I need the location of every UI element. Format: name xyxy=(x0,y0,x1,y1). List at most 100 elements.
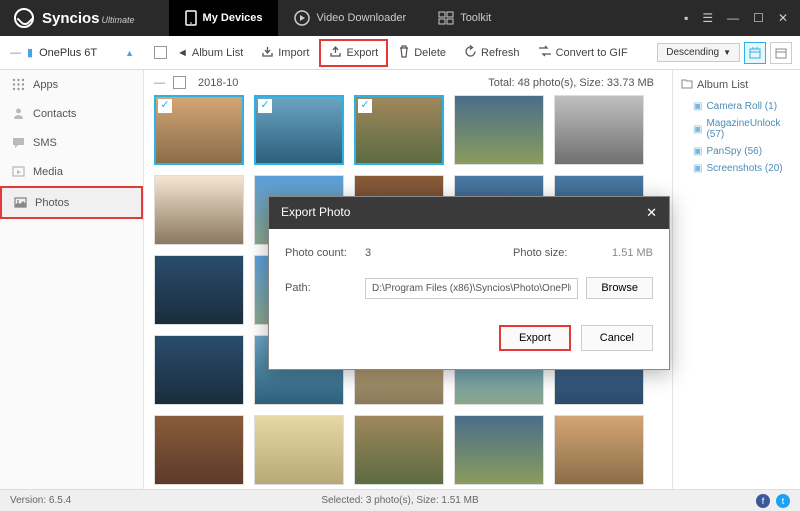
photo-size-label: Photo size: xyxy=(513,247,593,259)
group-stats: Total: 48 photo(s), Size: 33.73 MB xyxy=(488,77,662,89)
media-icon xyxy=(12,165,25,178)
photo-thumb[interactable] xyxy=(154,415,244,485)
dialog-export-button[interactable]: Export xyxy=(499,325,571,351)
sidebar-label: SMS xyxy=(33,137,57,149)
album-panel-title: Album List xyxy=(681,78,792,92)
main-tabs: My Devices Video Downloader Toolkit xyxy=(169,0,508,36)
album-item[interactable]: ▣ PanSpy (56) xyxy=(681,143,792,160)
status-bar: Version: 6.5.4 Selected: 3 photo(s), Siz… xyxy=(0,489,800,511)
tab-my-devices[interactable]: My Devices xyxy=(169,0,279,36)
import-icon xyxy=(261,45,274,61)
sidebar-label: Photos xyxy=(35,197,69,209)
back-arrow-icon: ◄ xyxy=(177,47,188,59)
chevron-up-icon: ▲ xyxy=(125,48,134,58)
path-input[interactable] xyxy=(365,278,578,299)
message-icon[interactable]: ▪ xyxy=(684,11,688,25)
top-toolbar: — ▮ OnePlus 6T ▲ ◄ Album List Import Exp… xyxy=(0,36,800,70)
photo-size-value: 1.51 MB xyxy=(593,247,653,259)
menu-icon[interactable]: ☰ xyxy=(702,11,713,25)
toolkit-icon xyxy=(438,11,454,25)
album-list-button[interactable]: ◄ Album List xyxy=(169,43,251,63)
photo-thumb[interactable] xyxy=(554,415,644,485)
maximize-button[interactable]: ☐ xyxy=(753,11,764,25)
apps-icon xyxy=(12,78,25,91)
selection-status: Selected: 3 photo(s), Size: 1.51 MB xyxy=(321,495,478,506)
photo-thumb[interactable] xyxy=(454,415,544,485)
logo-icon xyxy=(14,8,34,28)
sidebar-item-media[interactable]: Media xyxy=(0,157,143,186)
album-name: Camera Roll (1) xyxy=(706,101,777,112)
dialog-title: Export Photo xyxy=(281,205,350,221)
sort-label: Descending xyxy=(666,47,719,58)
tab-label: My Devices xyxy=(203,12,263,24)
window-controls: ▪ ☰ — ☐ ✕ xyxy=(684,11,800,25)
dialog-close-button[interactable]: ✕ xyxy=(646,205,657,221)
sidebar-label: Apps xyxy=(33,79,58,91)
sidebar-item-photos[interactable]: Photos xyxy=(0,186,143,219)
browse-button[interactable]: Browse xyxy=(586,277,653,299)
dialog-cancel-button[interactable]: Cancel xyxy=(581,325,653,351)
photo-thumb[interactable] xyxy=(154,255,244,325)
photo-thumb[interactable]: ✓ xyxy=(354,95,444,165)
sidebar-label: Media xyxy=(33,166,63,178)
import-button[interactable]: Import xyxy=(253,41,317,65)
chevron-down-icon: ▼ xyxy=(723,48,731,57)
collapse-icon: — xyxy=(10,47,21,59)
action-label: Export xyxy=(346,47,378,59)
photo-thumb[interactable]: ✓ xyxy=(254,95,344,165)
tab-toolkit[interactable]: Toolkit xyxy=(422,0,507,36)
sidebar-item-contacts[interactable]: Contacts xyxy=(0,99,143,128)
sms-icon xyxy=(12,136,25,149)
minimize-button[interactable]: — xyxy=(727,11,739,25)
facebook-icon[interactable]: f xyxy=(756,494,770,508)
album-name: MagazineUnlock (57) xyxy=(706,118,792,140)
group-date: 2018-10 xyxy=(198,77,238,89)
version-label: Version: 6.5.4 xyxy=(10,495,71,506)
device-icon xyxy=(185,10,197,26)
select-all-checkbox[interactable] xyxy=(154,46,167,59)
twitter-icon[interactable]: t xyxy=(776,494,790,508)
checkmark-icon: ✓ xyxy=(158,99,172,113)
album-item[interactable]: ▣MagazineUnlock (57) xyxy=(681,115,792,143)
sidebar-item-apps[interactable]: Apps xyxy=(0,70,143,99)
collapse-group-icon[interactable]: — xyxy=(154,77,165,89)
device-name: OnePlus 6T xyxy=(39,47,97,59)
export-button[interactable]: Export xyxy=(319,39,388,67)
refresh-button[interactable]: Refresh xyxy=(456,41,528,65)
play-icon xyxy=(294,10,310,26)
image-icon: ▣ xyxy=(693,101,702,112)
title-bar: SynciosUltimate My Devices Video Downloa… xyxy=(0,0,800,36)
album-name: PanSpy (56) xyxy=(706,146,762,157)
sort-dropdown[interactable]: Descending ▼ xyxy=(657,43,740,62)
close-window-button[interactable]: ✕ xyxy=(778,11,788,25)
sidebar: Apps Contacts SMS Media Photos xyxy=(0,70,144,489)
album-item[interactable]: ▣Screenshots (20) xyxy=(681,160,792,177)
album-item[interactable]: ▣ Camera Roll (1) xyxy=(681,98,792,115)
delete-button[interactable]: Delete xyxy=(390,41,454,65)
export-photo-dialog: Export Photo ✕ Photo count: 3 Photo size… xyxy=(268,196,670,370)
convert-gif-button[interactable]: Convert to GIF xyxy=(530,41,636,64)
trash-icon xyxy=(398,45,410,61)
photo-thumb[interactable] xyxy=(254,415,344,485)
app-name: Syncios xyxy=(42,10,100,27)
view-by-date-button[interactable] xyxy=(744,42,766,64)
device-selector[interactable]: — ▮ OnePlus 6T ▲ xyxy=(0,46,144,59)
action-label: Convert to GIF xyxy=(556,47,628,59)
view-grid-button[interactable] xyxy=(770,42,792,64)
refresh-icon xyxy=(464,45,477,61)
photo-thumb[interactable] xyxy=(354,415,444,485)
photo-thumb[interactable] xyxy=(554,95,644,165)
tab-video-downloader[interactable]: Video Downloader xyxy=(278,0,422,36)
image-icon: ▣ xyxy=(693,146,702,157)
photo-thumb[interactable] xyxy=(454,95,544,165)
sidebar-item-sms[interactable]: SMS xyxy=(0,128,143,157)
photo-count-value: 3 xyxy=(365,247,513,259)
group-checkbox[interactable] xyxy=(173,76,186,89)
photo-thumb[interactable] xyxy=(154,175,244,245)
app-edition: Ultimate xyxy=(102,15,135,25)
album-name: Screenshots (20) xyxy=(706,163,782,174)
action-label: Album List xyxy=(192,47,243,59)
photos-icon xyxy=(14,196,27,209)
photo-thumb[interactable] xyxy=(154,335,244,405)
photo-thumb[interactable]: ✓ xyxy=(154,95,244,165)
